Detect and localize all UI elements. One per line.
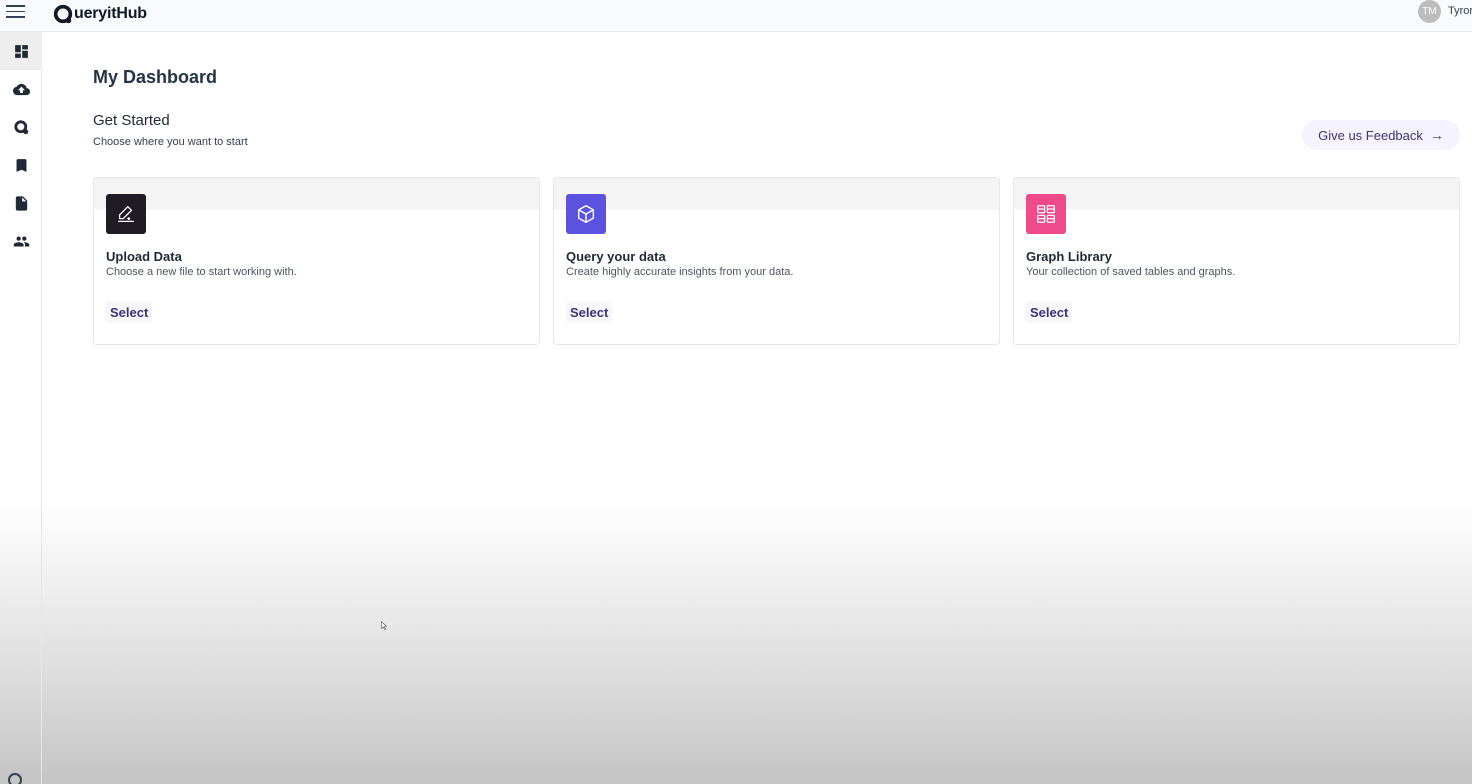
sidebar-item-team[interactable] bbox=[0, 222, 42, 260]
card-icon-query bbox=[566, 194, 606, 234]
sidebar bbox=[0, 32, 42, 784]
cube-icon bbox=[577, 205, 595, 223]
cloud-upload-icon bbox=[12, 83, 30, 95]
dashboard-icon bbox=[14, 44, 28, 58]
card-description: Choose a new file to start working with. bbox=[106, 266, 297, 278]
avatar: TM bbox=[1418, 0, 1441, 23]
card-upload-data: Upload Data Choose a new file to start w… bbox=[93, 177, 540, 345]
bookmark-icon bbox=[16, 158, 26, 172]
top-bar: ueryitHub TM Tyror bbox=[0, 0, 1472, 32]
select-graph-library-button[interactable]: Select bbox=[1026, 301, 1073, 323]
card-description: Create highly accurate insights from you… bbox=[566, 266, 794, 278]
mouse-cursor-icon bbox=[381, 621, 387, 630]
queryithub-logo-icon bbox=[53, 4, 73, 24]
app-logo[interactable]: ueryitHub bbox=[52, 2, 147, 26]
card-title: Graph Library bbox=[1026, 249, 1112, 264]
select-query-data-button[interactable]: Select bbox=[566, 301, 613, 323]
card-query-your-data: Query your data Create highly accurate i… bbox=[553, 177, 1000, 345]
document-icon bbox=[15, 195, 27, 211]
menu-icon[interactable] bbox=[6, 5, 26, 19]
section-subtitle: Choose where you want to start bbox=[93, 136, 248, 148]
query-logo-icon bbox=[13, 119, 28, 134]
user-name: Tyror bbox=[1448, 5, 1472, 17]
app-name: ueryitHub bbox=[74, 5, 147, 22]
card-description: Your collection of saved tables and grap… bbox=[1026, 266, 1236, 278]
feedback-label: Give us Feedback bbox=[1318, 127, 1423, 143]
page-title: My Dashboard bbox=[93, 67, 218, 87]
section-title: Get Started bbox=[93, 112, 170, 129]
sidebar-item-dashboard[interactable] bbox=[0, 32, 42, 70]
card-icon-upload bbox=[106, 194, 146, 234]
edit-pen-icon bbox=[118, 206, 134, 222]
sidebar-item-upload[interactable] bbox=[0, 70, 42, 108]
sidebar-item-documents[interactable] bbox=[0, 184, 42, 222]
card-title: Upload Data bbox=[106, 249, 182, 264]
grid-icon bbox=[1037, 205, 1055, 223]
give-feedback-button[interactable]: Give us Feedback → bbox=[1302, 120, 1460, 150]
help-icon[interactable] bbox=[8, 773, 22, 784]
card-graph-library: Graph Library Your collection of saved t… bbox=[1013, 177, 1460, 345]
select-upload-data-button[interactable]: Select bbox=[106, 301, 153, 323]
sidebar-item-query[interactable] bbox=[0, 108, 42, 146]
card-icon-graph bbox=[1026, 194, 1066, 234]
sidebar-item-bookmarks[interactable] bbox=[0, 146, 42, 184]
people-icon bbox=[13, 236, 29, 246]
user-menu[interactable]: TM Tyror bbox=[1418, 0, 1472, 23]
arrow-right-icon: → bbox=[1429, 127, 1444, 143]
card-title: Query your data bbox=[566, 249, 666, 264]
